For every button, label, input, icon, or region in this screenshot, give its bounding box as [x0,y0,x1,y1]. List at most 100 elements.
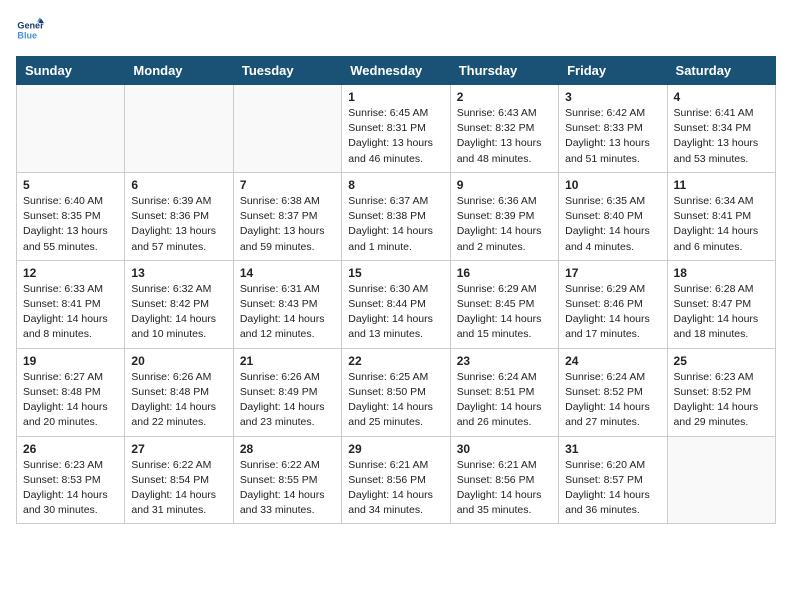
day-info: Sunrise: 6:28 AM Sunset: 8:47 PM Dayligh… [674,282,769,343]
calendar-cell: 2 Sunrise: 6:43 AM Sunset: 8:32 PM Daylig… [450,85,558,173]
day-number: 28 [240,442,335,456]
col-header-sunday: Sunday [17,57,125,85]
day-info: Sunrise: 6:25 AM Sunset: 8:50 PM Dayligh… [348,370,443,431]
calendar-cell: 17Sunrise: 6:29 AM Sunset: 8:46 PM Dayli… [559,260,667,348]
day-info: Sunrise: 6:24 AM Sunset: 8:52 PM Dayligh… [565,370,660,431]
calendar-cell: 7Sunrise: 6:38 AM Sunset: 8:37 PM Daylig… [233,172,341,260]
day-info: Sunrise: 6:30 AM Sunset: 8:44 PM Dayligh… [348,282,443,343]
calendar-cell: 19Sunrise: 6:27 AM Sunset: 8:48 PM Dayli… [17,348,125,436]
calendar-cell: 23 Sunrise: 6:24 AM Sunset: 8:51 PM Dayli… [450,348,558,436]
day-info: Sunrise: 6:21 AM Sunset: 8:56 PM Dayligh… [348,458,443,519]
calendar-cell: 3Sunrise: 6:42 AM Sunset: 8:33 PM Daylig… [559,85,667,173]
day-number: 13 [131,266,226,280]
day-number: 12 [23,266,118,280]
day-number: 30 [457,442,552,456]
day-info: Sunrise: 6:22 AM Sunset: 8:55 PM Dayligh… [240,458,335,519]
calendar-cell: 8 Sunrise: 6:37 AM Sunset: 8:38 PM Daylig… [342,172,450,260]
day-info: Sunrise: 6:35 AM Sunset: 8:40 PM Dayligh… [565,194,660,255]
calendar-cell: 27Sunrise: 6:22 AM Sunset: 8:54 PM Dayli… [125,436,233,524]
day-info: Sunrise: 6:34 AM Sunset: 8:41 PM Dayligh… [674,194,769,255]
day-number: 24 [565,354,660,368]
day-number: 31 [565,442,660,456]
day-number: 4 [674,90,769,104]
day-number: 5 [23,178,118,192]
calendar-week-5: 26 Sunrise: 6:23 AM Sunset: 8:53 PM Dayli… [17,436,776,524]
day-info: Sunrise: 6:32 AM Sunset: 8:42 PM Dayligh… [131,282,226,343]
day-info: Sunrise: 6:39 AM Sunset: 8:36 PM Dayligh… [131,194,226,255]
day-info: Sunrise: 6:29 AM Sunset: 8:45 PM Dayligh… [457,282,552,343]
calendar-cell: 16 Sunrise: 6:29 AM Sunset: 8:45 PM Dayli… [450,260,558,348]
day-number: 29 [348,442,443,456]
day-number: 26 [23,442,118,456]
day-number: 14 [240,266,335,280]
day-number: 8 [348,178,443,192]
calendar-cell: 5 Sunrise: 6:40 AM Sunset: 8:35 PM Daylig… [17,172,125,260]
calendar-cell: 18 Sunrise: 6:28 AM Sunset: 8:47 PM Dayli… [667,260,775,348]
day-number: 25 [674,354,769,368]
calendar-cell: 1 Sunrise: 6:45 AM Sunset: 8:31 PM Daylig… [342,85,450,173]
calendar-cell: 20 Sunrise: 6:26 AM Sunset: 8:48 PM Dayli… [125,348,233,436]
day-info: Sunrise: 6:43 AM Sunset: 8:32 PM Dayligh… [457,106,552,167]
col-header-saturday: Saturday [667,57,775,85]
day-number: 20 [131,354,226,368]
day-info: Sunrise: 6:33 AM Sunset: 8:41 PM Dayligh… [23,282,118,343]
calendar-table: SundayMondayTuesdayWednesdayThursdayFrid… [16,56,776,524]
calendar-cell: 9 Sunrise: 6:36 AM Sunset: 8:39 PM Daylig… [450,172,558,260]
col-header-wednesday: Wednesday [342,57,450,85]
calendar-cell: 10Sunrise: 6:35 AM Sunset: 8:40 PM Dayli… [559,172,667,260]
calendar-cell: 6 Sunrise: 6:39 AM Sunset: 8:36 PM Daylig… [125,172,233,260]
day-number: 6 [131,178,226,192]
calendar-cell: 11 Sunrise: 6:34 AM Sunset: 8:41 PM Dayli… [667,172,775,260]
calendar-cell: 14 Sunrise: 6:31 AM Sunset: 8:43 PM Dayli… [233,260,341,348]
calendar-cell: 29 Sunrise: 6:21 AM Sunset: 8:56 PM Dayli… [342,436,450,524]
day-number: 18 [674,266,769,280]
day-number: 22 [348,354,443,368]
day-number: 7 [240,178,335,192]
calendar-cell [17,85,125,173]
day-number: 16 [457,266,552,280]
calendar-cell: 25 Sunrise: 6:23 AM Sunset: 8:52 PM Dayli… [667,348,775,436]
col-header-friday: Friday [559,57,667,85]
day-info: Sunrise: 6:36 AM Sunset: 8:39 PM Dayligh… [457,194,552,255]
day-number: 9 [457,178,552,192]
calendar-cell: 24 Sunrise: 6:24 AM Sunset: 8:52 PM Dayli… [559,348,667,436]
calendar-week-1: 1 Sunrise: 6:45 AM Sunset: 8:31 PM Daylig… [17,85,776,173]
day-number: 2 [457,90,552,104]
calendar-cell: 4 Sunrise: 6:41 AM Sunset: 8:34 PM Daylig… [667,85,775,173]
logo-icon: General Blue [16,16,44,44]
day-number: 21 [240,354,335,368]
day-info: Sunrise: 6:26 AM Sunset: 8:49 PM Dayligh… [240,370,335,431]
calendar-cell: 15 Sunrise: 6:30 AM Sunset: 8:44 PM Dayli… [342,260,450,348]
day-info: Sunrise: 6:40 AM Sunset: 8:35 PM Dayligh… [23,194,118,255]
day-number: 19 [23,354,118,368]
col-header-monday: Monday [125,57,233,85]
day-info: Sunrise: 6:24 AM Sunset: 8:51 PM Dayligh… [457,370,552,431]
day-info: Sunrise: 6:37 AM Sunset: 8:38 PM Dayligh… [348,194,443,255]
day-info: Sunrise: 6:26 AM Sunset: 8:48 PM Dayligh… [131,370,226,431]
calendar-cell: 21 Sunrise: 6:26 AM Sunset: 8:49 PM Dayli… [233,348,341,436]
day-number: 15 [348,266,443,280]
day-info: Sunrise: 6:45 AM Sunset: 8:31 PM Dayligh… [348,106,443,167]
day-info: Sunrise: 6:23 AM Sunset: 8:53 PM Dayligh… [23,458,118,519]
day-info: Sunrise: 6:31 AM Sunset: 8:43 PM Dayligh… [240,282,335,343]
day-info: Sunrise: 6:20 AM Sunset: 8:57 PM Dayligh… [565,458,660,519]
calendar-cell [125,85,233,173]
calendar-cell: 28 Sunrise: 6:22 AM Sunset: 8:55 PM Dayli… [233,436,341,524]
calendar-week-4: 19Sunrise: 6:27 AM Sunset: 8:48 PM Dayli… [17,348,776,436]
day-number: 23 [457,354,552,368]
day-info: Sunrise: 6:23 AM Sunset: 8:52 PM Dayligh… [674,370,769,431]
calendar-cell: 31 Sunrise: 6:20 AM Sunset: 8:57 PM Dayli… [559,436,667,524]
day-number: 1 [348,90,443,104]
day-number: 11 [674,178,769,192]
calendar-cell: 30 Sunrise: 6:21 AM Sunset: 8:56 PM Dayli… [450,436,558,524]
col-header-thursday: Thursday [450,57,558,85]
day-info: Sunrise: 6:21 AM Sunset: 8:56 PM Dayligh… [457,458,552,519]
day-number: 3 [565,90,660,104]
logo: General Blue [16,16,48,44]
calendar-cell: 12 Sunrise: 6:33 AM Sunset: 8:41 PM Dayli… [17,260,125,348]
col-header-tuesday: Tuesday [233,57,341,85]
calendar-cell [667,436,775,524]
calendar-cell [233,85,341,173]
day-info: Sunrise: 6:41 AM Sunset: 8:34 PM Dayligh… [674,106,769,167]
calendar-cell: 13 Sunrise: 6:32 AM Sunset: 8:42 PM Dayli… [125,260,233,348]
